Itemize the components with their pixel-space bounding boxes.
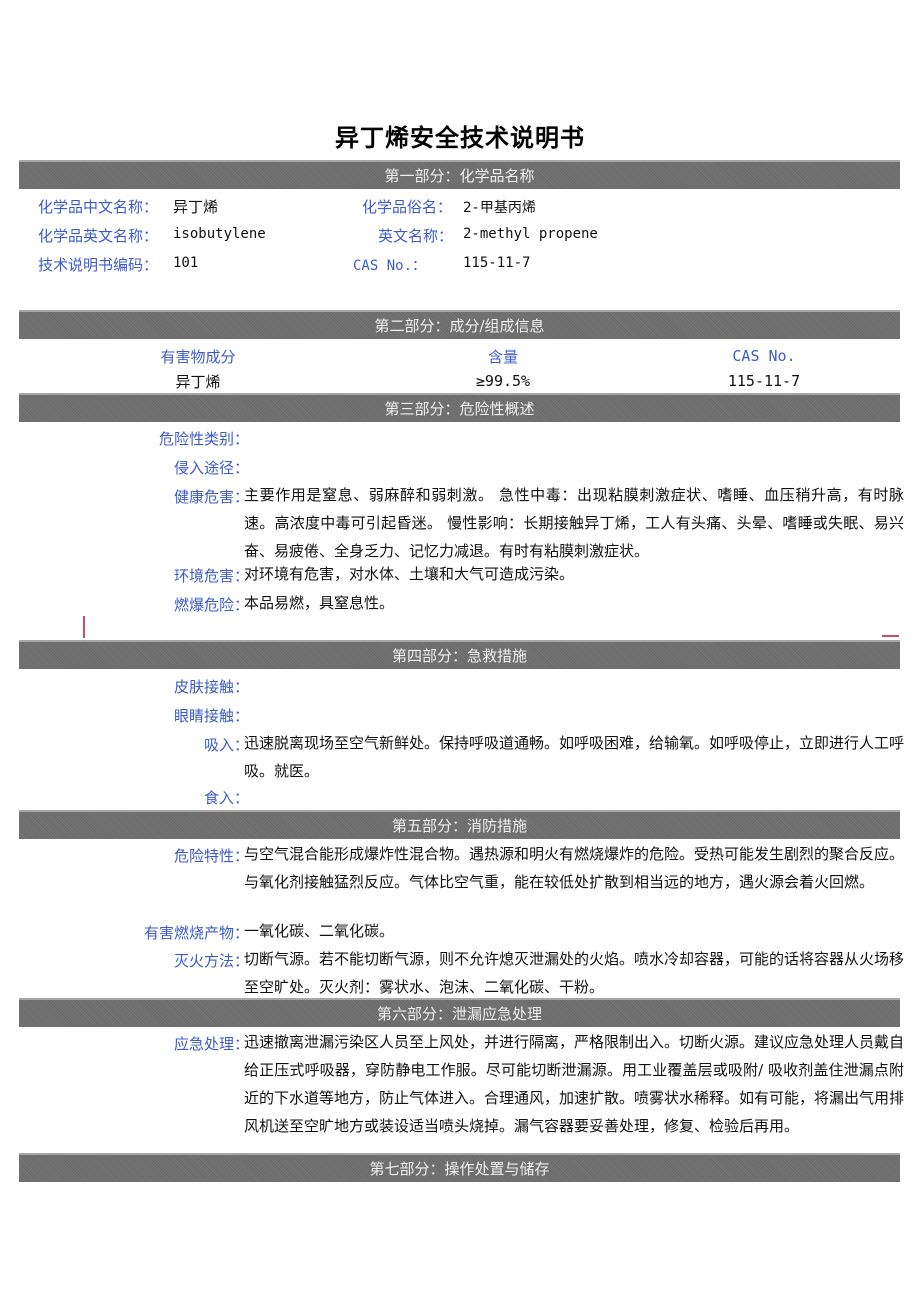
section-1-header: 第一部分：化学品名称	[19, 160, 900, 189]
environment-hazard-label: 环境危害：	[173, 567, 249, 585]
en-alias-label: 英文名称：	[378, 227, 454, 245]
revision-mark-vertical	[83, 616, 85, 638]
emergency-response-label: 应急处理：	[173, 1035, 249, 1053]
section-7-header: 第七部分：操作处置与储存	[19, 1153, 900, 1182]
en-name-label: 化学品英文名称：	[38, 227, 159, 245]
column-header-content: 含量	[487, 348, 518, 366]
table-cell-component: 异丁烯	[175, 373, 221, 391]
extinguishing-method-label: 灭火方法：	[173, 952, 249, 970]
health-hazard-label: 健康危害：	[173, 488, 249, 506]
section-3-header: 第三部分：危险性概述	[19, 393, 900, 422]
section-2-header: 第二部分：成分/组成信息	[19, 310, 900, 339]
inhalation-value: 迅速脱离现场至空气新鲜处。保持呼吸道通畅。如呼吸困难，给输氧。如呼吸停止，立即进…	[244, 734, 905, 780]
inhalation-label: 吸入：	[203, 736, 249, 754]
common-name-label: 化学品俗名：	[362, 198, 453, 216]
health-hazard-value: 主要作用是窒息、弱麻醉和弱刺激。 急性中毒：出现粘膜刺激症状、嗜睡、血压稍升高，…	[244, 486, 904, 560]
extinguishing-method-value: 切断气源。若不能切断气源，则不允许熄灭泄漏处的火焰。喷水冷却容器，可能的话将容器…	[244, 950, 905, 996]
code-value: 101	[173, 255, 199, 271]
eye-contact-label: 眼睛接触：	[173, 707, 249, 725]
en-name-value: isobutylene	[173, 226, 266, 242]
combustion-products-value: 一氧化碳、二氧化碳。	[244, 922, 395, 940]
column-header-cas: CAS No.	[732, 347, 796, 365]
table-cell-content: ≥99.5%	[475, 372, 531, 390]
explosion-hazard-label: 燃爆危险：	[173, 596, 249, 614]
cas-label: CAS No.：	[353, 258, 427, 274]
revision-mark-horizontal	[882, 635, 899, 637]
emergency-response-value: 迅速撤离泄漏污染区人员至上风处，并进行隔离，严格限制出入。切断火源。建议应急处理…	[244, 1033, 905, 1135]
section-4-header: 第四部分：急救措施	[19, 640, 900, 669]
cn-name-value: 异丁烯	[173, 198, 219, 216]
fire-hazard-value: 与空气混合能形成爆炸性混合物。遇热源和明火有燃烧爆炸的危险。受热可能发生剧烈的聚…	[244, 845, 905, 891]
cas-value: 115-11-7	[463, 255, 531, 271]
section-5-header: 第五部分：消防措施	[19, 810, 900, 839]
skin-contact-label: 皮肤接触：	[173, 678, 249, 696]
cn-name-label: 化学品中文名称：	[38, 198, 159, 216]
table-cell-cas: 115-11-7	[727, 372, 801, 390]
column-header-component: 有害物成分	[160, 348, 236, 366]
common-name-value: 2-甲基丙烯	[463, 200, 536, 216]
combustion-products-label: 有害燃烧产物：	[143, 924, 249, 942]
explosion-hazard-value: 本品易燃，具窒息性。	[244, 594, 395, 612]
entry-route-label: 侵入途径：	[173, 459, 249, 477]
en-alias-value: 2-methyl propene	[463, 226, 598, 242]
fire-hazard-label: 危险特性：	[173, 847, 249, 865]
code-label: 技术说明书编码：	[38, 256, 159, 274]
section-6-header: 第六部分：泄漏应急处理	[19, 998, 900, 1027]
ingestion-label: 食入：	[203, 789, 249, 807]
hazard-category-label: 危险性类别：	[158, 430, 249, 448]
document-title: 异丁烯安全技术说明书	[335, 124, 585, 152]
environment-hazard-value: 对环境有危害，对水体、土壤和大气可造成污染。	[244, 565, 575, 583]
